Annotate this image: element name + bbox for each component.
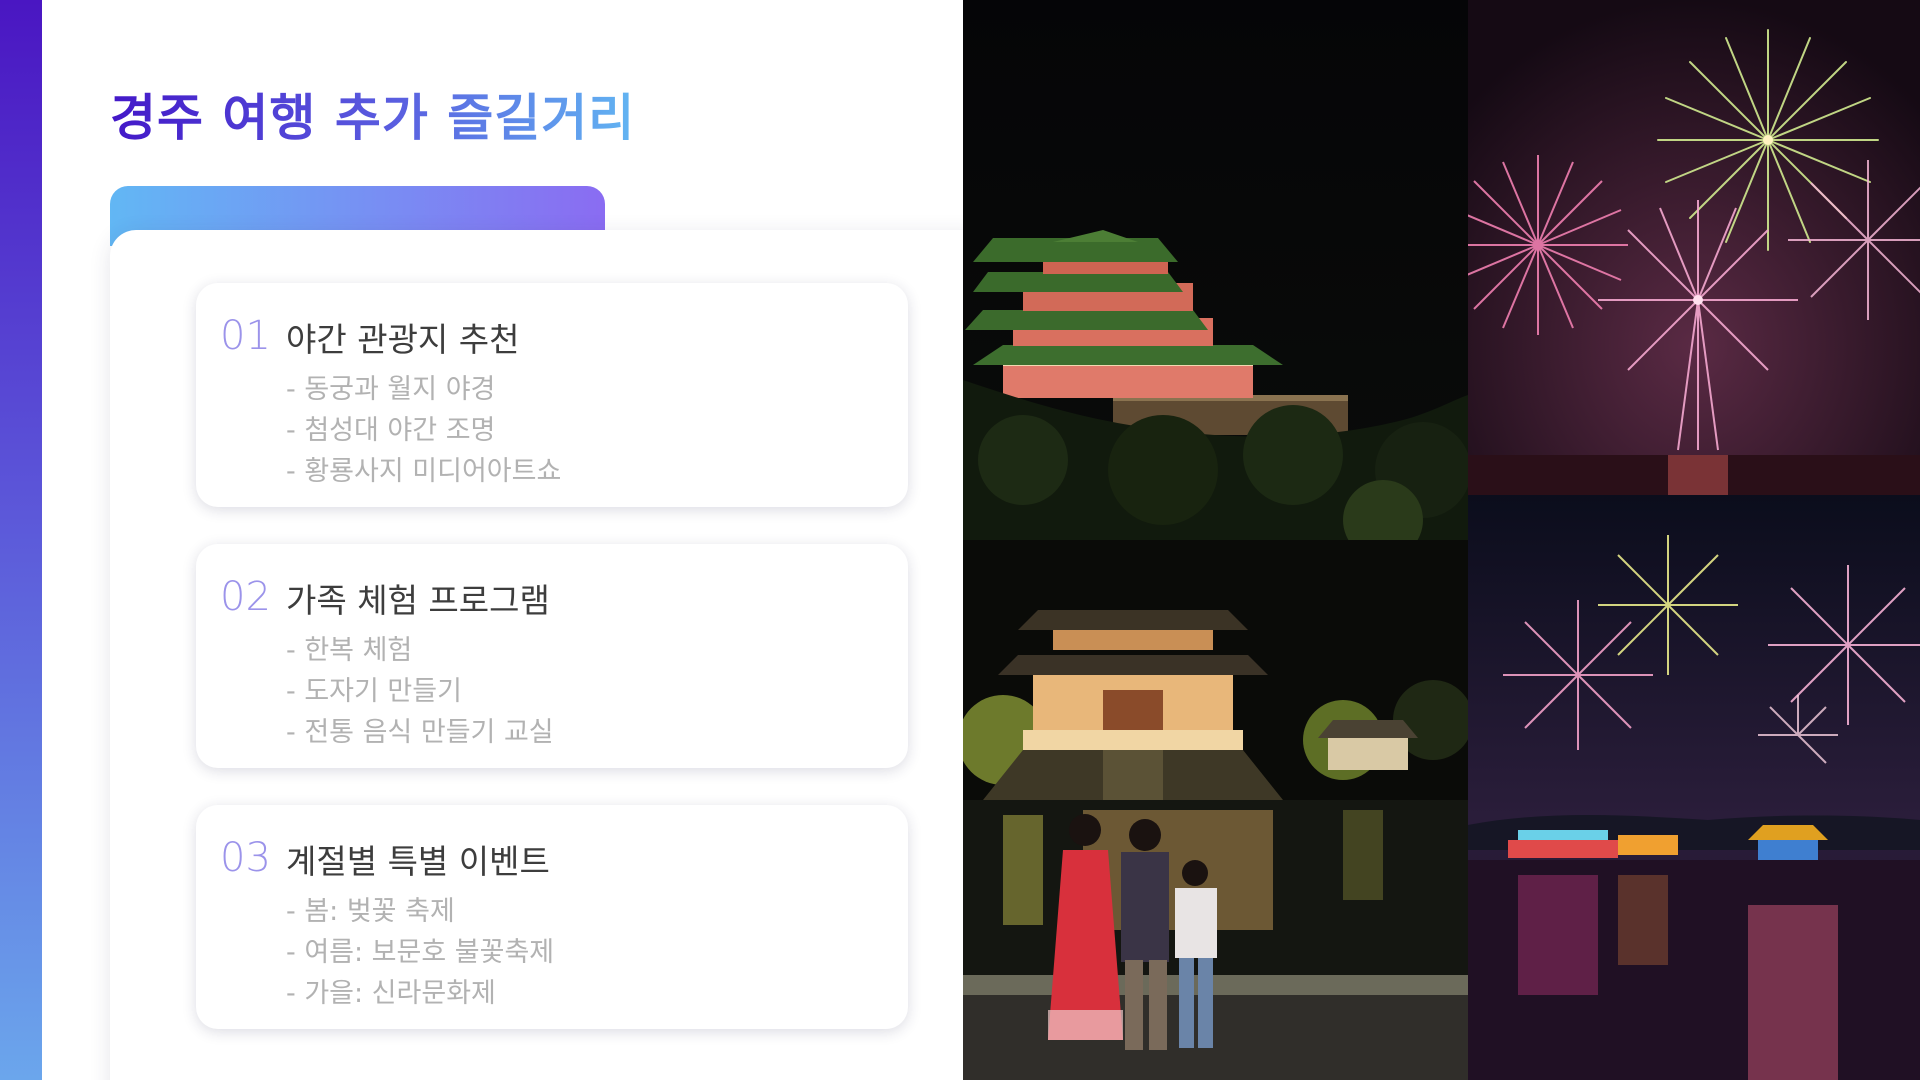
- fireworks-sky-photo: [1468, 0, 1920, 495]
- card-number: 02: [220, 574, 271, 620]
- family-at-night-pavilion-lake-photo: [963, 540, 1468, 1080]
- card-night-attractions: 01 야간 관광지 추천 - 동궁과 월지 야경 - 첨성대 야간 조명 - 황…: [196, 283, 908, 507]
- card-title: 계절별 특별 이벤트: [286, 842, 550, 881]
- list-item: - 첨성대 야간 조명: [286, 415, 496, 446]
- fireworks-over-lake-photo: [1468, 495, 1920, 1080]
- left-accent-bar: [0, 0, 42, 1080]
- card-title: 야간 관광지 추천: [286, 320, 520, 359]
- list-item: - 전통 음식 만들기 교실: [286, 717, 554, 748]
- card-item-list: - 한복 체험 - 도자기 만들기 - 전통 음식 만들기 교실: [286, 630, 554, 753]
- slide: 경주 여행 추가 즐길거리 01 야간 관광지 추천 - 동궁과 월지 야경 -…: [0, 0, 1920, 1080]
- list-item: - 동궁과 월지 야경: [286, 374, 496, 405]
- list-item: - 가을: 신라문화제: [286, 978, 496, 1009]
- page-title: 경주 여행 추가 즐길거리: [110, 78, 635, 150]
- list-item: - 도자기 만들기: [286, 676, 462, 707]
- photo-collage: [963, 0, 1920, 1080]
- list-item: - 황룡사지 미디어아트쇼: [286, 456, 562, 487]
- card-number: 03: [220, 835, 271, 881]
- card-item-list: - 동궁과 월지 야경 - 첨성대 야간 조명 - 황룡사지 미디어아트쇼: [286, 369, 561, 492]
- list-item: - 여름: 보문호 불꽃축제: [286, 937, 555, 968]
- list-item: - 봄: 벚꽃 축제: [286, 896, 455, 927]
- night-pavilion-on-hill-photo: [963, 0, 1468, 540]
- card-title: 가족 체험 프로그램: [286, 581, 550, 620]
- list-item: - 한복 체험: [286, 635, 413, 666]
- card-number: 01: [220, 313, 271, 359]
- card-seasonal-events: 03 계절별 특별 이벤트 - 봄: 벚꽃 축제 - 여름: 보문호 불꽃축제 …: [196, 805, 908, 1029]
- card-item-list: - 봄: 벚꽃 축제 - 여름: 보문호 불꽃축제 - 가을: 신라문화제: [286, 891, 554, 1014]
- card-family-programs: 02 가족 체험 프로그램 - 한복 체험 - 도자기 만들기 - 전통 음식 …: [196, 544, 908, 768]
